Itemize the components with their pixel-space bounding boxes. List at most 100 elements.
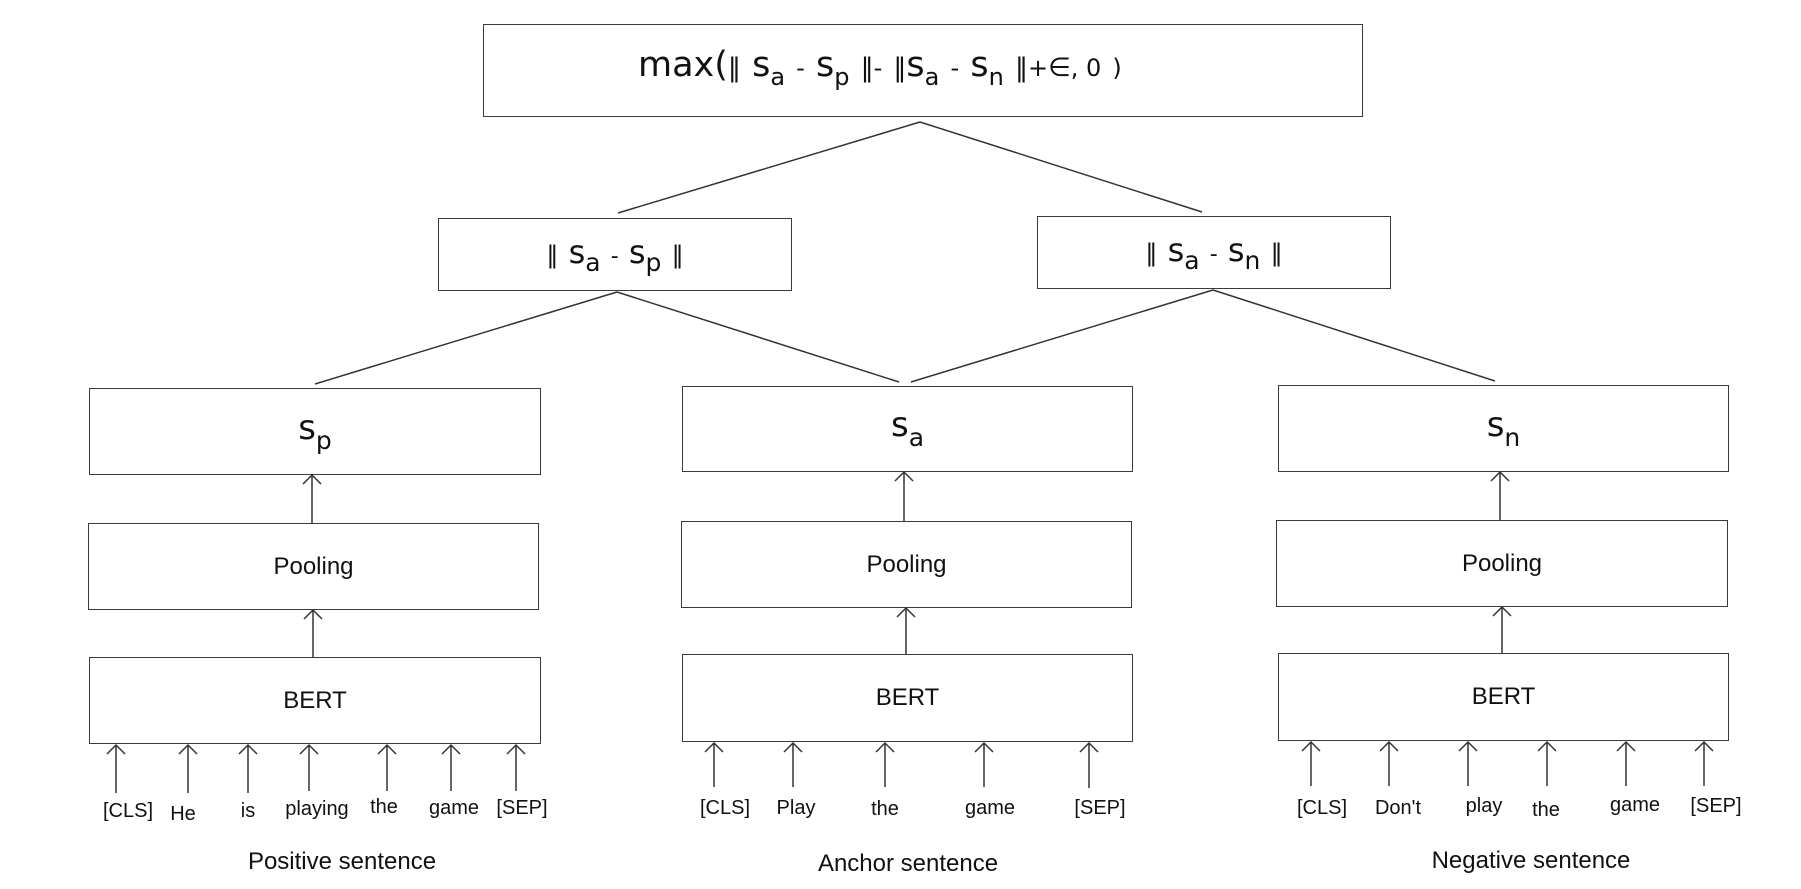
positive-bert-box: BERT xyxy=(89,657,541,744)
norm-close: ‖ xyxy=(1014,53,1028,83)
symbol-s: s xyxy=(298,407,316,448)
positive-embedding-box: sp xyxy=(89,388,541,475)
edge-loss-to-neg-distance xyxy=(919,121,1203,213)
negative-token: the xyxy=(1532,799,1560,821)
anchor-caption: Anchor sentence xyxy=(817,850,999,877)
anchor-embedding-box: sa xyxy=(682,386,1133,472)
edge-posdist-to-sa xyxy=(616,291,900,383)
edge-posdist-to-sp xyxy=(314,291,618,385)
minus-sign: - xyxy=(1209,241,1218,267)
norm-open: ‖ xyxy=(727,53,741,83)
positive-token: game xyxy=(428,797,480,819)
minus-sign: - xyxy=(796,54,805,82)
edge-loss-to-pos-distance xyxy=(617,121,921,214)
positive-caption: Positive sentence xyxy=(247,848,437,875)
max-function: max( xyxy=(638,45,728,85)
positive-bert-to-pooling-arrow xyxy=(303,608,323,657)
subscript-a: a xyxy=(924,63,940,91)
positive-token: is xyxy=(240,800,256,822)
anchor-token-arrow xyxy=(974,741,994,787)
symbol-s: s xyxy=(568,232,586,271)
positive-token-arrow xyxy=(506,743,526,791)
anchor-token-arrow xyxy=(875,741,895,787)
norm-open: ‖ xyxy=(546,240,559,269)
negative-token: Don't xyxy=(1374,797,1422,819)
positive-token: the xyxy=(370,796,398,818)
negative-token-arrow xyxy=(1458,740,1478,786)
plus-sign: + xyxy=(1027,54,1049,82)
symbol-s: s xyxy=(906,45,925,85)
positive-token-arrow xyxy=(441,743,461,791)
anchor-token: the xyxy=(871,798,899,820)
subscript-a: a xyxy=(770,63,786,91)
subscript-n: n xyxy=(988,63,1004,91)
negative-token-arrow xyxy=(1301,740,1321,786)
anchor-bert-box: BERT xyxy=(682,654,1133,742)
subscript-p: p xyxy=(315,425,332,455)
symbol-s: s xyxy=(752,45,771,85)
bert-label: BERT xyxy=(1471,683,1536,710)
bert-label: BERT xyxy=(283,686,347,714)
symbol-s: s xyxy=(815,45,835,85)
positive-token: [CLS] xyxy=(102,800,154,822)
edge-negdist-to-sn xyxy=(1212,289,1496,382)
minus-sign: - xyxy=(610,243,619,269)
norm-close: ‖ xyxy=(671,240,684,269)
negative-distance-label: ‖ sa - sn ‖ xyxy=(1145,230,1282,275)
symbol-s: s xyxy=(890,405,909,445)
anchor-token: [CLS] xyxy=(699,797,751,819)
negative-caption: Negative sentence xyxy=(1431,847,1631,874)
norm-open: ‖ xyxy=(893,53,907,83)
anchor-token-arrow xyxy=(783,741,803,787)
epsilon-margin: ∈ xyxy=(1048,53,1071,83)
pooling-label: Pooling xyxy=(866,550,947,578)
negative-token: [SEP] xyxy=(1690,795,1742,817)
positive-token-arrow xyxy=(377,743,397,791)
subscript-a: a xyxy=(1184,245,1200,275)
symbol-s: s xyxy=(1227,230,1245,269)
negative-token: game xyxy=(1609,794,1661,816)
anchor-pooling-box: Pooling xyxy=(681,521,1132,608)
triplet-loss-formula: max(‖ sa - sp ‖- ‖sa - sn ‖+∈, 0 ) xyxy=(638,45,1122,91)
subscript-a: a xyxy=(908,423,925,452)
bert-label: BERT xyxy=(875,684,940,711)
positive-token-arrow xyxy=(178,743,198,793)
negative-pooling-to-embedding-arrow xyxy=(1490,470,1510,520)
anchor-token-arrow xyxy=(1079,741,1099,788)
negative-bert-box: BERT xyxy=(1278,653,1729,741)
positive-pooling-box: Pooling xyxy=(88,523,539,610)
subscript-n: n xyxy=(1504,422,1521,452)
negative-token: [CLS] xyxy=(1296,797,1348,819)
symbol-s: s xyxy=(1486,404,1505,445)
zero-floor: , 0 xyxy=(1070,54,1102,82)
negative-token-arrow xyxy=(1537,740,1557,786)
symbol-s: s xyxy=(628,232,646,271)
positive-token-arrow xyxy=(238,743,258,793)
negative-embedding-label: sn xyxy=(1486,404,1521,452)
negative-token-arrow xyxy=(1379,740,1399,786)
negative-token: play xyxy=(1465,795,1503,817)
negative-token-arrow xyxy=(1694,740,1714,786)
subscript-a: a xyxy=(585,247,601,277)
negative-pooling-box: Pooling xyxy=(1276,520,1728,607)
positive-token: playing xyxy=(285,798,349,820)
negative-distance-box: ‖ sa - sn ‖ xyxy=(1037,216,1391,289)
anchor-pooling-to-embedding-arrow xyxy=(894,470,914,521)
norm-close: ‖ xyxy=(860,53,874,83)
negative-bert-to-pooling-arrow xyxy=(1492,605,1512,653)
close-paren: ) xyxy=(1112,54,1122,82)
positive-token-arrow xyxy=(299,743,319,791)
anchor-embedding-label: sa xyxy=(890,405,924,452)
anchor-token: game xyxy=(964,797,1016,819)
negative-token-arrow xyxy=(1616,740,1636,786)
positive-token-arrow xyxy=(106,743,126,793)
anchor-bert-to-pooling-arrow xyxy=(896,606,916,654)
positive-token: He xyxy=(170,803,196,825)
anchor-token: [SEP] xyxy=(1074,797,1126,819)
anchor-token-arrow xyxy=(704,741,724,787)
positive-embedding-label: sp xyxy=(298,407,332,455)
positive-distance-label: ‖ sa - sp ‖ xyxy=(546,232,684,277)
norm-open: ‖ xyxy=(1145,238,1158,267)
negative-embedding-box: sn xyxy=(1278,385,1729,472)
minus-sign: - xyxy=(950,54,960,82)
